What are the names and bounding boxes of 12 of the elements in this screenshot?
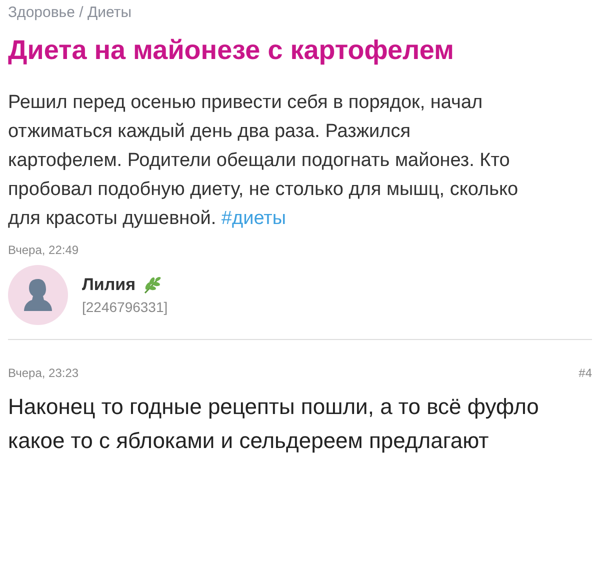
comment-number[interactable]: #4 <box>578 366 592 380</box>
comment-text: Наконец то годные рецепты пошли, а то всё фуфло какое то с яблоками и сельдереем предлагают <box>8 393 540 455</box>
hashtag-link[interactable]: #диеты <box>221 208 286 229</box>
post-time: Вчера, 22:49 <box>8 243 79 257</box>
post-text: Решил перед осенью привести себя в порядок, начал отжиматься каждый день два раза. Разжился картофелем. Родители обещали подогнать майонез. Кто пробовал подобную диету, не столько для мышц, сколько для красоты душевной. #диеты <box>8 91 520 231</box>
author-id: [2246796331] <box>82 299 168 315</box>
comment-time: Вчера, 23:23 <box>8 366 79 380</box>
avatar-icon[interactable] <box>8 265 68 325</box>
leaf-icon <box>142 276 162 294</box>
post-title: Диета на майонезе с картофелем <box>8 35 454 66</box>
author-name[interactable]: Лилия <box>82 275 136 295</box>
breadcrumb[interactable]: Здоровье / Диеты <box>8 4 132 21</box>
